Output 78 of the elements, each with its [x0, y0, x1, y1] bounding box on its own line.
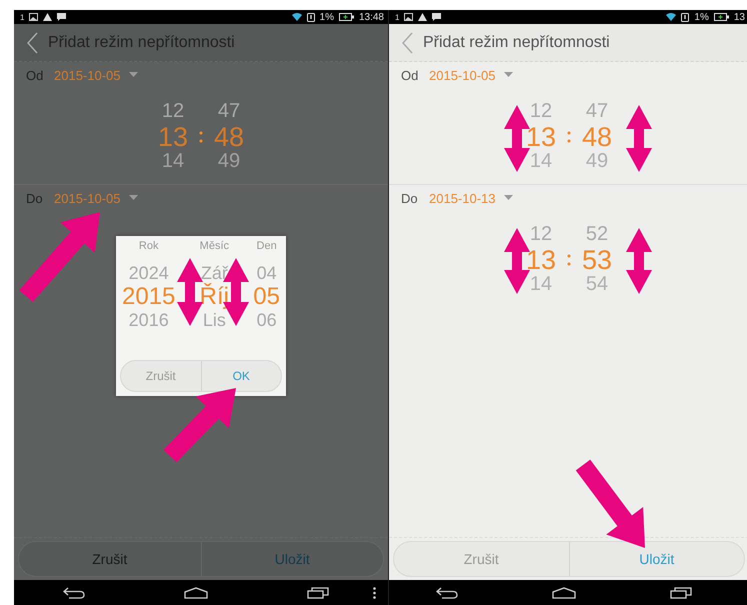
recent-apps-icon[interactable] [670, 586, 692, 598]
clock: 13 [734, 12, 745, 22]
field-label: Do [401, 190, 419, 206]
date-dropdown[interactable]: 2015-10-05 [54, 190, 120, 206]
hour-value[interactable]: 12 [162, 99, 184, 123]
minute-value[interactable]: 52 [586, 222, 608, 246]
hour-value[interactable]: 14 [530, 274, 552, 294]
picker-value[interactable]: 04 [256, 262, 277, 284]
picker-value[interactable]: Lis [202, 310, 226, 330]
column-label: Rok [138, 240, 158, 252]
message-icon [432, 13, 442, 21]
alert-icon [306, 12, 315, 22]
picker-value[interactable]: 2015 [122, 284, 176, 310]
up-down-arrow-icon [177, 258, 203, 326]
minute-value[interactable]: 47 [218, 99, 240, 123]
date-dropdown[interactable]: 2015-10-13 [429, 190, 496, 206]
image-icon [29, 13, 38, 21]
cancel-button[interactable]: Zrušit [394, 542, 568, 576]
back-icon[interactable] [436, 586, 458, 598]
date-dropdown[interactable]: 2015-10-05 [429, 68, 496, 82]
image-icon [404, 13, 414, 21]
battery-icon [714, 13, 729, 21]
wifi-icon [666, 13, 676, 21]
hour-value[interactable]: 13 [526, 246, 556, 274]
home-icon[interactable] [184, 586, 208, 598]
notification-count: 1 [20, 12, 24, 22]
up-down-arrow-icon [504, 228, 530, 294]
colon-icon [566, 253, 572, 267]
minute-value[interactable]: 54 [586, 274, 608, 294]
field-label: Do [26, 190, 44, 206]
menu-icon[interactable] [373, 586, 376, 598]
picker-value[interactable]: 2024 [128, 262, 169, 284]
battery-percent: 1% [694, 12, 709, 22]
minute-value[interactable]: 49 [218, 151, 240, 171]
picker-value[interactable]: 2016 [128, 310, 169, 330]
column-label: Měsíc [200, 240, 230, 252]
back-icon[interactable] [63, 586, 86, 598]
field-label: Od [401, 68, 420, 82]
date-dropdown[interactable]: 2015-10-05 [54, 68, 120, 82]
alert-icon [681, 12, 690, 22]
clock: 13:48 [358, 12, 384, 22]
message-icon [57, 13, 66, 21]
minute-value[interactable]: 47 [586, 99, 608, 123]
minute-value[interactable]: 49 [586, 151, 608, 171]
pointer-arrow-icon [576, 460, 645, 548]
colon-icon [198, 130, 204, 144]
up-down-arrow-icon [626, 228, 652, 294]
minute-value[interactable]: 53 [582, 246, 612, 274]
up-down-arrow-icon [626, 105, 652, 172]
hour-value[interactable]: 14 [530, 151, 552, 171]
cancel-button[interactable]: Zrušit [121, 361, 200, 391]
up-down-arrow-icon [504, 105, 530, 172]
notification-count: 1 [395, 12, 400, 22]
recent-apps-icon[interactable] [306, 586, 329, 598]
cancel-button[interactable]: Zrušit [19, 542, 200, 576]
hour-value[interactable]: 13 [158, 123, 188, 151]
screen-title: Přidat režim nepřítomnosti [423, 34, 610, 52]
battery-icon [338, 13, 354, 21]
wifi-icon [292, 13, 302, 21]
picker-value[interactable]: 05 [253, 284, 280, 310]
column-label: Den [256, 240, 277, 252]
home-icon[interactable] [552, 586, 576, 598]
save-button[interactable]: Uložit [200, 542, 383, 576]
hour-value[interactable]: 12 [530, 222, 552, 246]
picker-value[interactable]: Zář [200, 262, 228, 284]
hour-value[interactable]: 13 [526, 123, 556, 151]
battery-percent: 1% [320, 12, 334, 22]
minute-value[interactable]: 48 [582, 123, 612, 151]
hour-value[interactable]: 14 [162, 151, 184, 171]
picker-value[interactable]: 06 [256, 310, 277, 330]
field-label: Od [26, 68, 44, 82]
warning-icon [418, 13, 428, 21]
pointer-arrow-icon [19, 212, 100, 302]
pointer-arrow-icon [164, 388, 236, 462]
colon-icon [566, 130, 572, 144]
warning-icon [43, 13, 52, 21]
minute-value[interactable]: 48 [214, 123, 244, 151]
hour-value[interactable]: 12 [530, 99, 552, 123]
